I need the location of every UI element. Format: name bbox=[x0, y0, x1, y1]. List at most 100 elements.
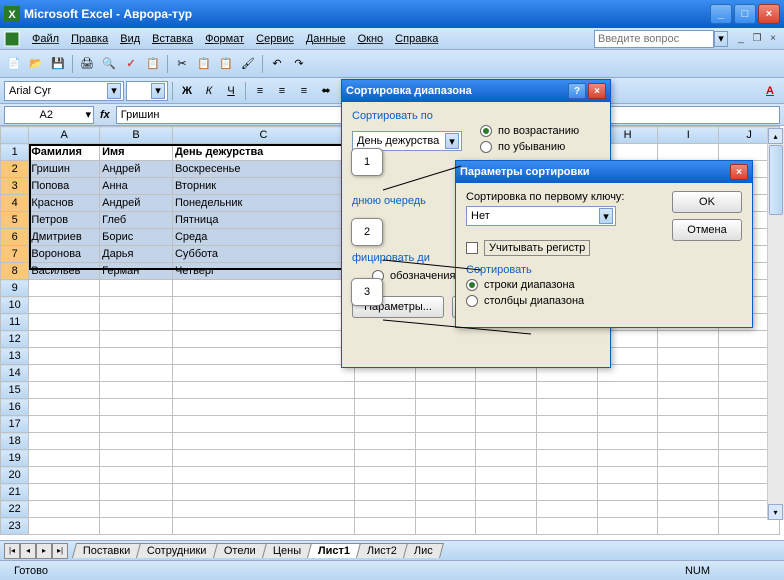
name-box[interactable]: A2 ▾ bbox=[4, 106, 94, 124]
cell[interactable] bbox=[597, 484, 658, 501]
cell[interactable] bbox=[597, 518, 658, 535]
cell[interactable] bbox=[537, 382, 598, 399]
cell[interactable]: Глеб bbox=[100, 212, 173, 229]
doc-restore-button[interactable]: ❐ bbox=[750, 32, 764, 46]
cell[interactable] bbox=[415, 501, 476, 518]
cell[interactable] bbox=[355, 416, 416, 433]
row-header[interactable]: 17 bbox=[1, 416, 29, 433]
row-header[interactable]: 21 bbox=[1, 484, 29, 501]
cell[interactable] bbox=[29, 518, 100, 535]
cell[interactable] bbox=[29, 399, 100, 416]
align-center-button[interactable]: ≡ bbox=[272, 81, 292, 101]
paste-button[interactable]: 📋 bbox=[216, 54, 236, 74]
scroll-thumb[interactable] bbox=[769, 145, 783, 215]
cell[interactable] bbox=[597, 501, 658, 518]
cell[interactable] bbox=[29, 297, 100, 314]
cell[interactable]: Вторник bbox=[172, 178, 354, 195]
cell[interactable]: Герман bbox=[100, 263, 173, 280]
cell[interactable] bbox=[658, 501, 719, 518]
cell[interactable] bbox=[658, 484, 719, 501]
cell[interactable]: Андрей bbox=[100, 161, 173, 178]
cell[interactable] bbox=[29, 280, 100, 297]
cell[interactable] bbox=[172, 348, 354, 365]
col-header[interactable]: A bbox=[29, 127, 100, 144]
bold-button[interactable]: Ж bbox=[177, 81, 197, 101]
cell[interactable] bbox=[100, 331, 173, 348]
cell[interactable]: Васильев bbox=[29, 263, 100, 280]
cell[interactable] bbox=[597, 416, 658, 433]
row-header[interactable]: 11 bbox=[1, 314, 29, 331]
cell[interactable] bbox=[415, 450, 476, 467]
cell[interactable] bbox=[100, 501, 173, 518]
help-search-input[interactable] bbox=[594, 30, 714, 48]
select-all-corner[interactable] bbox=[1, 127, 29, 144]
cut-button[interactable]: ✂ bbox=[172, 54, 192, 74]
close-button[interactable]: × bbox=[758, 4, 780, 24]
cell[interactable]: Борис bbox=[100, 229, 173, 246]
sheet-tab[interactable]: Поставки bbox=[72, 543, 141, 558]
menu-файл[interactable]: Файл bbox=[26, 31, 65, 47]
cell[interactable] bbox=[100, 280, 173, 297]
cell[interactable] bbox=[100, 297, 173, 314]
cell[interactable] bbox=[476, 450, 537, 467]
cell[interactable] bbox=[719, 518, 780, 535]
tab-next-button[interactable]: ▸ bbox=[36, 543, 52, 559]
col-header[interactable]: I bbox=[658, 127, 719, 144]
redo-button[interactable]: ↷ bbox=[289, 54, 309, 74]
sort-asc-radio[interactable] bbox=[480, 125, 492, 137]
cell[interactable] bbox=[100, 467, 173, 484]
font-combo[interactable]: Arial Cyr ▾ bbox=[4, 81, 124, 101]
cell[interactable] bbox=[100, 314, 173, 331]
align-right-button[interactable]: ≡ bbox=[294, 81, 314, 101]
cell[interactable] bbox=[597, 433, 658, 450]
maximize-button[interactable]: □ bbox=[734, 4, 756, 24]
cell[interactable] bbox=[658, 450, 719, 467]
cell[interactable]: Четверг bbox=[172, 263, 354, 280]
menu-данные[interactable]: Данные bbox=[300, 31, 352, 47]
sheet-tab[interactable]: Лис bbox=[403, 543, 444, 558]
sort-help-button[interactable]: ? bbox=[568, 83, 586, 99]
underline-button[interactable]: Ч bbox=[221, 81, 241, 101]
menu-окно[interactable]: Окно bbox=[352, 31, 390, 47]
sheet-tab[interactable]: Лист2 bbox=[356, 543, 408, 558]
spelling-button[interactable]: ✓ bbox=[121, 54, 141, 74]
cell[interactable] bbox=[476, 501, 537, 518]
row-header[interactable]: 9 bbox=[1, 280, 29, 297]
params-cancel-button[interactable]: Отмена bbox=[672, 219, 742, 241]
font-color-button[interactable]: A bbox=[760, 81, 780, 101]
params-ok-button[interactable]: OK bbox=[672, 191, 742, 213]
row-header[interactable]: 4 bbox=[1, 195, 29, 212]
menu-правка[interactable]: Правка bbox=[65, 31, 114, 47]
tab-last-button[interactable]: ▸| bbox=[52, 543, 68, 559]
cell[interactable] bbox=[537, 416, 598, 433]
cell[interactable] bbox=[172, 484, 354, 501]
row-header[interactable]: 13 bbox=[1, 348, 29, 365]
cell[interactable] bbox=[29, 365, 100, 382]
cell[interactable]: Суббота bbox=[172, 246, 354, 263]
cell[interactable] bbox=[476, 467, 537, 484]
cell[interactable] bbox=[355, 399, 416, 416]
row-header[interactable]: 12 bbox=[1, 331, 29, 348]
help-dropdown-arrow[interactable]: ▾ bbox=[714, 31, 728, 47]
cell[interactable] bbox=[415, 467, 476, 484]
cell[interactable] bbox=[597, 382, 658, 399]
cell[interactable] bbox=[172, 365, 354, 382]
cell[interactable] bbox=[415, 518, 476, 535]
cell[interactable] bbox=[100, 518, 173, 535]
cell[interactable] bbox=[355, 484, 416, 501]
cell[interactable] bbox=[355, 518, 416, 535]
cell[interactable]: Воскресенье bbox=[172, 161, 354, 178]
cell[interactable] bbox=[658, 331, 719, 348]
cell[interactable] bbox=[29, 467, 100, 484]
cell[interactable] bbox=[172, 518, 354, 535]
menu-формат[interactable]: Формат bbox=[199, 31, 250, 47]
cell[interactable] bbox=[172, 399, 354, 416]
minimize-button[interactable]: _ bbox=[710, 4, 732, 24]
cell[interactable] bbox=[537, 399, 598, 416]
cell[interactable]: Гришин bbox=[29, 161, 100, 178]
cell[interactable] bbox=[172, 450, 354, 467]
cell[interactable] bbox=[172, 501, 354, 518]
preview-button[interactable]: 🔍 bbox=[99, 54, 119, 74]
cell[interactable]: Петров bbox=[29, 212, 100, 229]
cell[interactable] bbox=[658, 399, 719, 416]
